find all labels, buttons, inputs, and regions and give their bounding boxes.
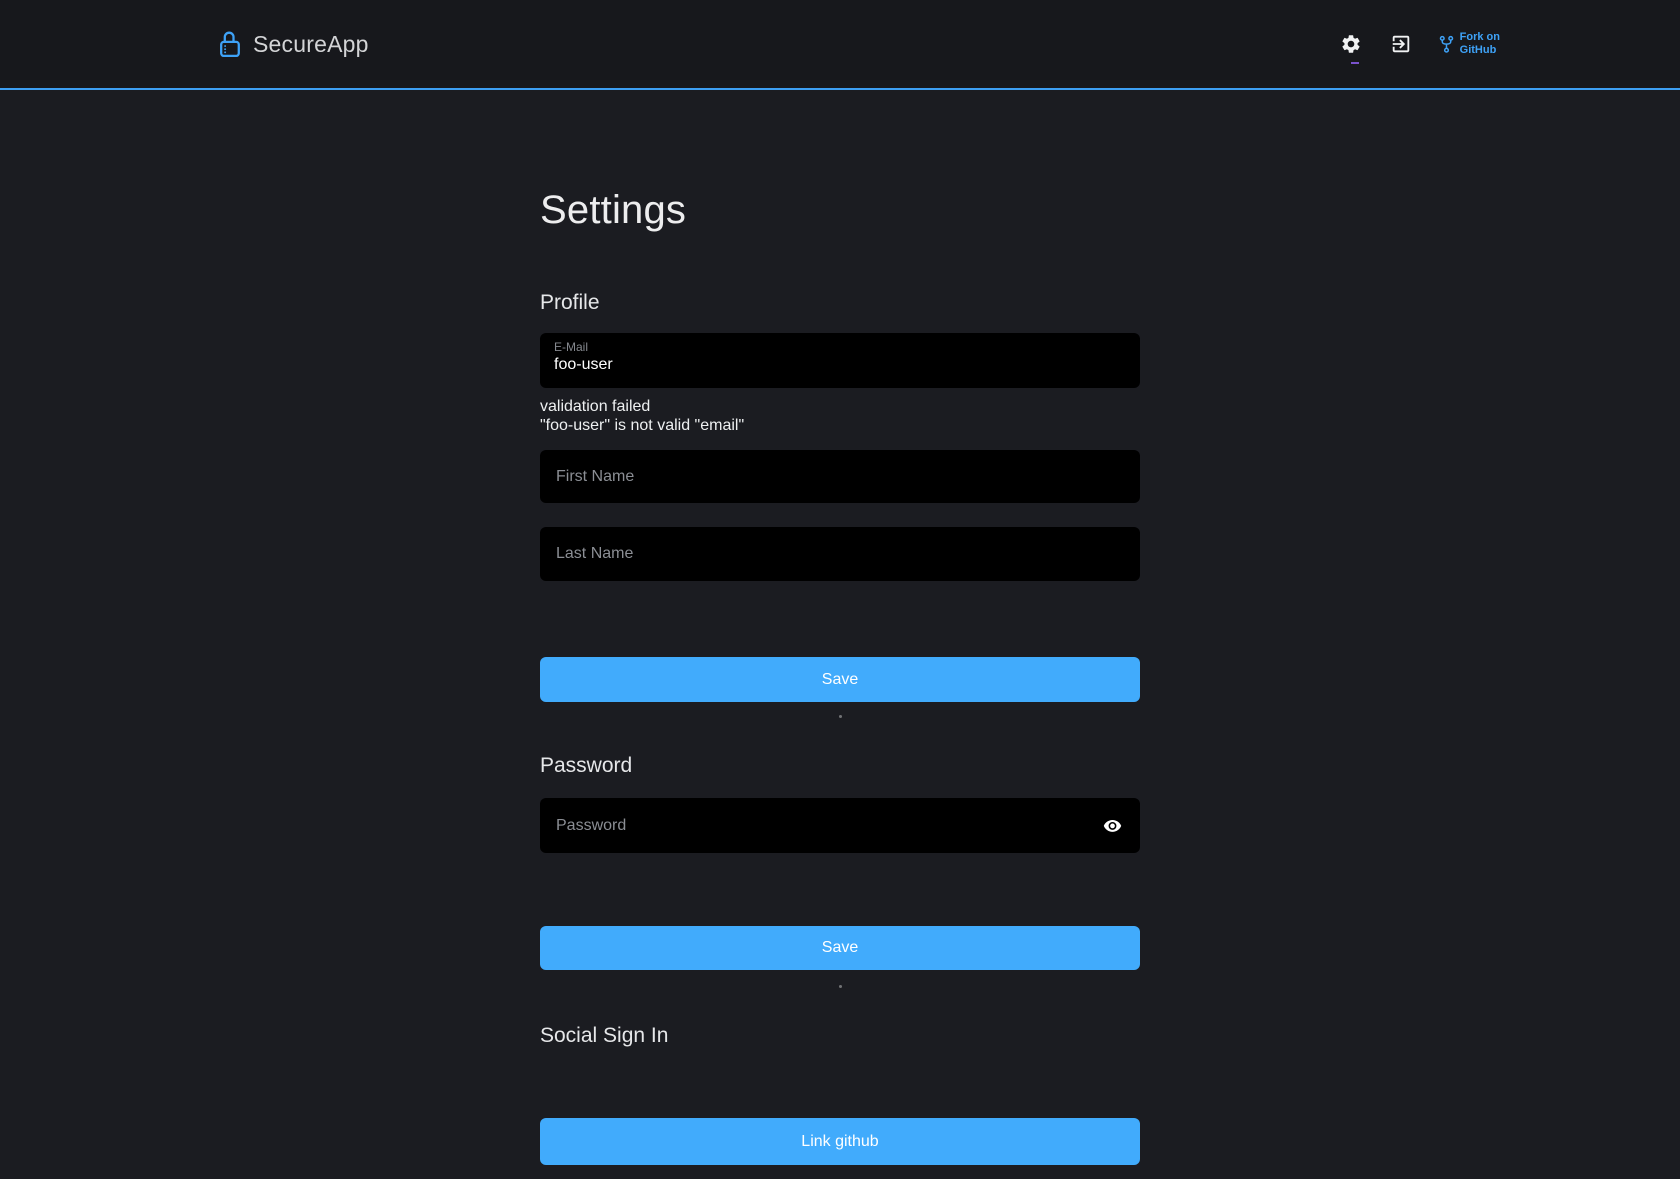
password-input[interactable]	[554, 816, 1099, 836]
validation-error: validation failed "foo-user" is not vali…	[540, 397, 1140, 435]
link-github-button[interactable]: Link github	[540, 1118, 1140, 1165]
toggle-password-visibility-button[interactable]	[1099, 816, 1126, 835]
brand-name: SecureApp	[253, 31, 369, 58]
gear-icon	[1340, 33, 1362, 55]
navbar-actions: Fork on GitHub	[1334, 27, 1500, 61]
navbar: SecureApp	[0, 0, 1680, 90]
password-status-dot	[839, 985, 842, 988]
save-profile-button[interactable]: Save	[540, 657, 1140, 702]
email-label: E-Mail	[554, 340, 1126, 354]
profile-status-dot	[839, 715, 842, 718]
first-name-field[interactable]	[540, 450, 1140, 503]
logout-icon	[1390, 33, 1412, 55]
password-section-heading: Password	[540, 754, 1140, 778]
eye-icon	[1103, 816, 1122, 835]
git-fork-icon	[1438, 35, 1455, 54]
fork-link-label: Fork on GitHub	[1460, 31, 1500, 57]
social-section-heading: Social Sign In	[540, 1024, 1140, 1048]
validation-error-line1: validation failed	[540, 397, 1140, 416]
page-title: Settings	[540, 188, 1140, 232]
last-name-field[interactable]	[540, 527, 1140, 581]
lock-icon	[218, 30, 243, 59]
settings-page: Settings Profile E-Mail validation faile…	[540, 188, 1140, 1165]
save-password-button[interactable]: Save	[540, 926, 1140, 970]
validation-error-line2: "foo-user" is not valid "email"	[540, 416, 1140, 435]
gear-active-indicator	[1351, 62, 1359, 64]
logout-button[interactable]	[1384, 27, 1418, 61]
email-input[interactable]	[554, 354, 1126, 375]
first-name-input[interactable]	[554, 467, 1126, 487]
brand[interactable]: SecureApp	[218, 30, 369, 59]
fork-on-github-link[interactable]: Fork on GitHub	[1438, 31, 1500, 57]
last-name-input[interactable]	[554, 544, 1126, 564]
settings-gear-button[interactable]	[1334, 27, 1368, 61]
profile-section-heading: Profile	[540, 291, 1140, 315]
password-field[interactable]	[540, 798, 1140, 853]
email-field[interactable]: E-Mail	[540, 333, 1140, 388]
